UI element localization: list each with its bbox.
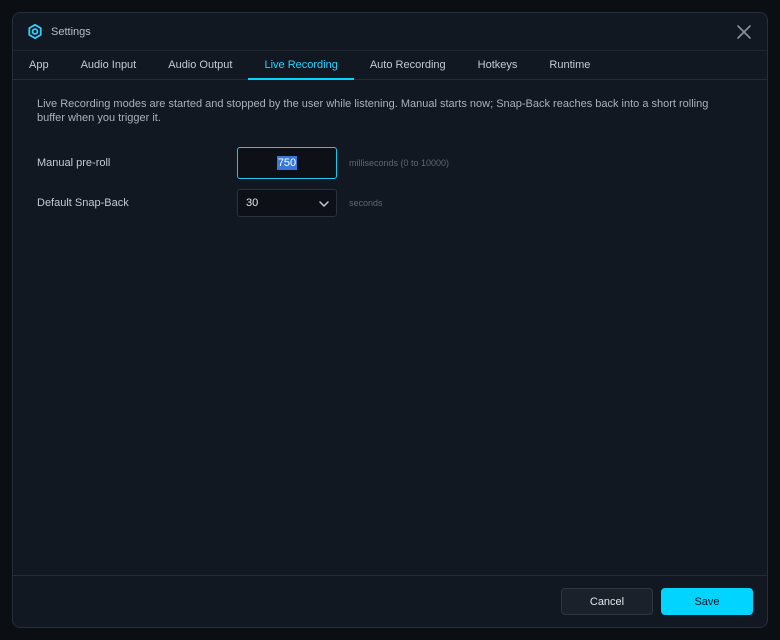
window-title: Settings — [51, 26, 91, 38]
tab-auto-recording[interactable]: Auto Recording — [354, 51, 462, 79]
tab-audio-input[interactable]: Audio Input — [65, 51, 153, 79]
settings-tabs: App Audio Input Audio Output Live Record… — [13, 50, 767, 80]
default-snapback-hint: seconds — [349, 198, 383, 208]
default-snapback-value: 30 — [246, 197, 259, 209]
settings-window: Settings App Audio Input Audio Output Li… — [12, 12, 768, 628]
default-snapback-select[interactable]: 30 — [237, 189, 337, 217]
tab-live-recording[interactable]: Live Recording — [248, 51, 355, 80]
manual-preroll-value: 750 — [276, 156, 298, 170]
close-icon[interactable] — [735, 23, 753, 41]
save-button[interactable]: Save — [661, 588, 753, 615]
tab-runtime[interactable]: Runtime — [533, 51, 606, 79]
live-recording-panel: Live Recording modes are started and sto… — [37, 97, 743, 217]
chevron-down-icon — [319, 201, 329, 207]
gear-icon — [28, 24, 42, 40]
default-snapback-label: Default Snap-Back — [37, 197, 129, 209]
tab-hotkeys[interactable]: Hotkeys — [462, 51, 534, 79]
panel-description: Live Recording modes are started and sto… — [37, 98, 709, 124]
manual-preroll-input[interactable]: 750 — [237, 147, 337, 179]
cancel-button[interactable]: Cancel — [561, 588, 653, 615]
manual-preroll-label: Manual pre-roll — [37, 157, 111, 169]
manual-preroll-hint: milliseconds (0 to 10000) — [349, 158, 450, 168]
dialog-footer: Cancel Save — [13, 575, 767, 627]
tab-audio-output[interactable]: Audio Output — [152, 51, 248, 79]
tab-app[interactable]: App — [13, 51, 65, 79]
title-bar: Settings — [13, 13, 767, 51]
